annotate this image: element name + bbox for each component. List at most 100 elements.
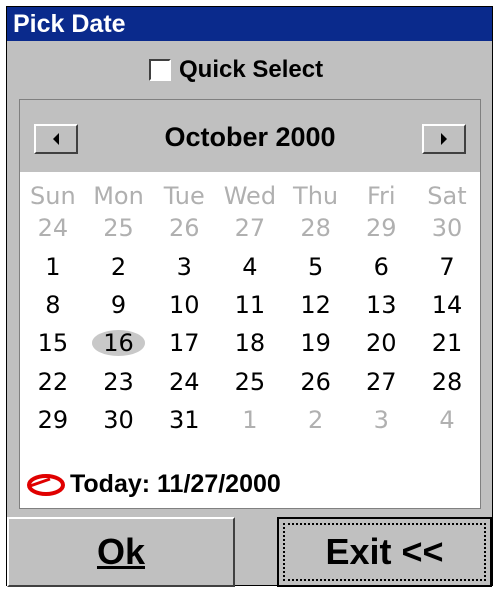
- calendar-day[interactable]: 21: [414, 329, 480, 357]
- weekday-label: Sat: [427, 182, 467, 210]
- calendar-day[interactable]: 27: [348, 368, 414, 396]
- day-number: 2: [307, 406, 324, 434]
- day-number: 6: [373, 253, 389, 281]
- calendar-day[interactable]: 3: [348, 406, 414, 434]
- calendar-day[interactable]: 19: [283, 329, 349, 357]
- calendar-day[interactable]: 26: [151, 214, 217, 242]
- day-number: 1: [242, 406, 258, 434]
- calendar-day[interactable]: 23: [86, 368, 152, 396]
- calendar-day[interactable]: 27: [217, 214, 283, 242]
- chevron-right-icon: [441, 133, 447, 145]
- calendar-week: 24 25 26 27 28 29 30: [20, 214, 480, 242]
- calendar-day[interactable]: 2: [283, 406, 349, 434]
- calendar-day[interactable]: 28: [283, 214, 349, 242]
- calendar-day[interactable]: 7: [414, 253, 480, 281]
- weekday-label: Tue: [163, 182, 205, 210]
- calendar-day[interactable]: 29: [348, 214, 414, 242]
- calendar-day[interactable]: 30: [414, 214, 480, 242]
- calendar-day[interactable]: 9: [86, 291, 152, 319]
- day-number: 19: [300, 329, 331, 357]
- day-number: 12: [300, 291, 331, 319]
- exit-button[interactable]: Exit <<: [277, 517, 492, 587]
- day-number: 24: [37, 214, 69, 242]
- calendar-day[interactable]: 2: [86, 253, 152, 281]
- day-number: 7: [439, 253, 455, 281]
- calendar-day-selected[interactable]: 16: [86, 329, 152, 357]
- day-number: 15: [37, 329, 69, 357]
- weekday-label: Fri: [366, 182, 396, 210]
- weekday-label: Mon: [93, 182, 144, 210]
- calendar-day[interactable]: 13: [348, 291, 414, 319]
- calendar-day[interactable]: 5: [283, 253, 349, 281]
- next-month-button[interactable]: [422, 124, 466, 154]
- calendar-day[interactable]: 24: [20, 214, 86, 242]
- day-number: 22: [37, 368, 69, 396]
- calendar-day[interactable]: 25: [217, 368, 283, 396]
- calendar: October 2000 Sun Mon Tue Wed Thu Fri Sat 24 25 2…: [19, 99, 481, 509]
- day-number: 8: [45, 291, 61, 319]
- day-number: 28: [431, 368, 463, 396]
- day-number: 26: [168, 214, 200, 242]
- day-number: 18: [234, 329, 266, 357]
- today-row[interactable]: Today: 11/27/2000: [26, 470, 281, 499]
- calendar-day[interactable]: 15: [20, 329, 86, 357]
- calendar-day[interactable]: 11: [217, 291, 283, 319]
- day-number: 3: [176, 253, 192, 281]
- calendar-day[interactable]: 14: [414, 291, 480, 319]
- day-number: 16: [103, 329, 134, 357]
- calendar-day[interactable]: 3: [151, 253, 217, 281]
- calendar-day[interactable]: 20: [348, 329, 414, 357]
- calendar-week: 1 2 3 4 5 6 7: [20, 253, 480, 281]
- calendar-day[interactable]: 6: [348, 253, 414, 281]
- day-number: 27: [366, 368, 397, 396]
- calendar-day[interactable]: 30: [86, 406, 152, 434]
- window-title: Pick Date: [7, 7, 492, 41]
- day-number: 10: [168, 291, 200, 319]
- day-number: 27: [234, 214, 266, 242]
- calendar-day[interactable]: 18: [217, 329, 283, 357]
- calendar-day[interactable]: 25: [86, 214, 152, 242]
- month-header: October 2000: [20, 100, 480, 172]
- calendar-day[interactable]: 10: [151, 291, 217, 319]
- day-number: 5: [307, 253, 324, 281]
- calendar-week: 15 16 17 18 19 20 21: [20, 329, 480, 357]
- calendar-day[interactable]: 22: [20, 368, 86, 396]
- day-number: 4: [439, 406, 455, 434]
- weekday-label: Wed: [223, 182, 277, 210]
- day-number: 4: [242, 253, 258, 281]
- pick-date-window: Pick Date Quick Select October 2000 Sun M…: [6, 6, 493, 587]
- day-number: 24: [168, 368, 200, 396]
- calendar-day[interactable]: 1: [20, 253, 86, 281]
- day-number: 3: [373, 406, 389, 434]
- day-number: 2: [110, 253, 127, 281]
- ok-button[interactable]: Ok: [7, 517, 235, 587]
- calendar-day[interactable]: 4: [217, 253, 283, 281]
- calendar-day[interactable]: 1: [217, 406, 283, 434]
- exit-button-label: Exit <<: [325, 531, 444, 572]
- calendar-day[interactable]: 12: [283, 291, 349, 319]
- calendar-day[interactable]: 4: [414, 406, 480, 434]
- quick-select-label: Quick Select: [179, 56, 324, 83]
- day-number: 17: [168, 329, 200, 357]
- calendar-day[interactable]: 28: [414, 368, 480, 396]
- quick-select-checkbox[interactable]: [149, 59, 171, 81]
- weekday-header: Sun Mon Tue Wed Thu Fri Sat: [20, 182, 480, 210]
- calendar-week: 29 30 31 1 2 3 4: [20, 406, 480, 434]
- calendar-day[interactable]: 24: [151, 368, 217, 396]
- calendar-day[interactable]: 26: [283, 368, 349, 396]
- day-number: 30: [431, 214, 463, 242]
- calendar-day[interactable]: 31: [151, 406, 217, 434]
- calendar-week: 8 9 10 11 12 13 14: [20, 291, 480, 319]
- calendar-day[interactable]: 8: [20, 291, 86, 319]
- day-number: 31: [168, 406, 200, 434]
- weekday-label: Sun: [30, 182, 76, 210]
- quick-select-control[interactable]: Quick Select: [149, 55, 323, 85]
- calendar-day[interactable]: 17: [151, 329, 217, 357]
- day-number: 20: [366, 329, 397, 357]
- day-number: 1: [45, 253, 61, 281]
- day-number: 29: [366, 214, 397, 242]
- calendar-day[interactable]: 29: [20, 406, 86, 434]
- day-number: 14: [431, 291, 463, 319]
- month-title: October 2000: [164, 122, 336, 152]
- day-number: 25: [234, 368, 266, 396]
